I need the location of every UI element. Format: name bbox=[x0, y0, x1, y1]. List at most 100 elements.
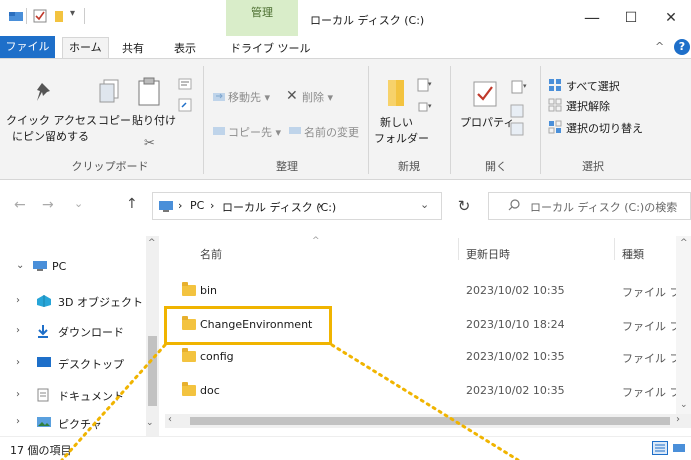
tab-view[interactable]: 表示 bbox=[168, 40, 202, 58]
breadcrumb-pc[interactable]: PC bbox=[190, 199, 204, 212]
tree-label: ドキュメント bbox=[58, 390, 124, 403]
move-to-button[interactable]: 移動先 ▾ bbox=[228, 89, 270, 105]
copy-icon bbox=[98, 78, 122, 109]
scroll-right-icon[interactable]: › bbox=[676, 414, 680, 425]
minimize-button[interactable]: — bbox=[572, 6, 612, 30]
pin-quick-access-label-2[interactable]: にピン留めする bbox=[12, 128, 89, 144]
tree-item-documents[interactable]: › ドキュメント bbox=[10, 382, 160, 408]
navigation-pane-scroll-thumb[interactable] bbox=[148, 336, 157, 406]
tree-item-pictures[interactable]: › ピクチャ bbox=[10, 412, 160, 432]
cut-icon[interactable]: ✂ bbox=[144, 136, 155, 151]
column-divider[interactable] bbox=[458, 238, 459, 260]
tree-item-desktop[interactable]: › デスクトップ bbox=[10, 350, 160, 376]
delete-button[interactable]: 削除 ▾ bbox=[302, 89, 333, 105]
column-header-date[interactable]: 更新日時 bbox=[466, 246, 510, 262]
history-icon[interactable] bbox=[510, 122, 524, 139]
select-all-button[interactable]: すべて選択 bbox=[566, 78, 620, 94]
select-none-button[interactable]: 選択解除 bbox=[566, 98, 610, 114]
tab-drive-tools[interactable]: ドライブ ツール bbox=[224, 40, 317, 58]
properties-button[interactable]: プロパティ bbox=[460, 114, 514, 130]
ribbon-collapse-icon[interactable]: ^ bbox=[655, 40, 664, 53]
copy-path-icon[interactable] bbox=[178, 78, 192, 93]
invert-selection-button[interactable]: 選択の切り替え bbox=[566, 120, 643, 136]
file-date: 2023/10/02 10:35 bbox=[466, 350, 565, 363]
file-row[interactable]: doc 2023/10/02 10:35 ファイル フォル bbox=[170, 374, 691, 408]
tab-share[interactable]: 共有 bbox=[116, 40, 150, 58]
select-none-icon bbox=[548, 98, 562, 115]
file-name: config bbox=[200, 350, 234, 363]
chevron-down-icon[interactable]: ⌄ bbox=[16, 260, 24, 271]
tree-item-3d-objects[interactable]: › 3D オブジェクト bbox=[10, 288, 160, 314]
tree-item-pc[interactable]: ⌄ PC bbox=[10, 254, 160, 280]
new-folder-label-2[interactable]: フォルダー bbox=[374, 130, 429, 146]
group-separator bbox=[368, 66, 369, 174]
desktop-icon bbox=[36, 356, 52, 371]
select-all-icon bbox=[548, 78, 562, 95]
new-folder-label-1[interactable]: 新しい bbox=[380, 114, 413, 130]
scroll-left-icon[interactable]: ‹ bbox=[168, 414, 172, 425]
tab-home[interactable]: ホーム bbox=[62, 37, 109, 58]
close-button[interactable]: ✕ bbox=[651, 6, 691, 30]
chevron-right-icon[interactable]: › bbox=[16, 295, 20, 306]
edit-icon[interactable] bbox=[510, 104, 524, 121]
back-button[interactable]: ← bbox=[14, 197, 26, 213]
new-item-icon[interactable]: ▾ bbox=[416, 78, 432, 95]
refresh-button[interactable]: ↻ bbox=[450, 192, 478, 220]
svg-text:▾: ▾ bbox=[523, 82, 527, 90]
column-divider[interactable] bbox=[614, 238, 615, 260]
scroll-down-icon[interactable]: ⌄ bbox=[146, 418, 154, 428]
chevron-right-icon[interactable]: › bbox=[16, 325, 20, 336]
scroll-up-icon[interactable]: ^ bbox=[680, 238, 688, 248]
file-date: 2023/10/02 10:35 bbox=[466, 284, 565, 297]
copy-button[interactable]: コピー bbox=[98, 112, 131, 128]
scroll-up-icon[interactable]: ^ bbox=[148, 238, 156, 248]
forward-button[interactable]: → bbox=[42, 197, 54, 213]
new-folder-qa-icon[interactable] bbox=[52, 9, 66, 23]
horizontal-scroll-thumb[interactable] bbox=[190, 417, 670, 425]
address-dropdown-icon[interactable]: ⌄ bbox=[420, 198, 429, 211]
move-to-icon bbox=[212, 90, 226, 105]
tree-label: ピクチャ bbox=[58, 418, 102, 431]
download-icon bbox=[36, 324, 50, 341]
file-row[interactable]: config 2023/10/02 10:35 ファイル フォル bbox=[170, 340, 691, 374]
context-tab-manage[interactable]: 管理 bbox=[226, 0, 298, 36]
explorer-window: { "titlebar":{"context_tab":"管理","title"… bbox=[0, 0, 691, 460]
qa-divider bbox=[26, 8, 27, 24]
chevron-right-icon[interactable]: › bbox=[16, 357, 20, 368]
maximize-button[interactable]: ☐ bbox=[611, 6, 651, 30]
help-icon[interactable]: ? bbox=[674, 39, 690, 55]
search-icon bbox=[508, 199, 520, 214]
properties-qa-icon[interactable] bbox=[33, 9, 47, 23]
pictures-icon bbox=[36, 416, 52, 431]
column-header-name[interactable]: 名前 bbox=[200, 246, 222, 262]
details-view-icon[interactable] bbox=[652, 441, 668, 455]
chevron-right-icon[interactable]: › bbox=[16, 389, 20, 400]
column-header-type[interactable]: 種類 bbox=[622, 246, 644, 262]
pin-quick-access-label-1[interactable]: クイック アクセス bbox=[6, 112, 97, 128]
chevron-right-icon[interactable]: › bbox=[16, 416, 20, 427]
paste-button[interactable]: 貼り付け bbox=[132, 112, 176, 128]
breadcrumb-separator: › bbox=[178, 199, 183, 212]
tab-file[interactable]: ファイル bbox=[0, 36, 55, 58]
recent-locations-button[interactable]: ⌄ bbox=[74, 197, 83, 210]
file-date: 2023/10/10 18:24 bbox=[466, 318, 565, 331]
tree-item-downloads[interactable]: › ダウンロード bbox=[10, 318, 160, 344]
file-list-vertical-scrollbar[interactable] bbox=[676, 236, 691, 414]
copy-to-button[interactable]: コピー先 ▾ bbox=[228, 124, 281, 140]
file-row[interactable]: bin 2023/10/02 10:35 ファイル フォル bbox=[170, 274, 691, 308]
open-group-label: 開く bbox=[485, 160, 507, 173]
up-button[interactable]: ↑ bbox=[126, 196, 138, 212]
scroll-down-icon[interactable]: ⌄ bbox=[680, 400, 688, 410]
open-icon[interactable]: ▾ bbox=[510, 80, 528, 97]
pc-icon bbox=[158, 199, 174, 216]
qa-customize-icon[interactable]: ▾ bbox=[70, 8, 75, 19]
paste-shortcut-icon[interactable] bbox=[178, 98, 192, 115]
3d-objects-icon bbox=[36, 294, 52, 311]
tree-label: 3D オブジェクト bbox=[58, 296, 143, 309]
delete-icon: ✕ bbox=[286, 88, 298, 104]
rename-button[interactable]: 名前の変更 bbox=[304, 124, 359, 140]
status-bar: 17 個の項目 bbox=[0, 436, 691, 460]
large-icons-view-icon[interactable] bbox=[672, 442, 686, 457]
easy-access-icon[interactable]: ▾ bbox=[416, 100, 432, 117]
new-group-label: 新規 bbox=[398, 160, 420, 173]
